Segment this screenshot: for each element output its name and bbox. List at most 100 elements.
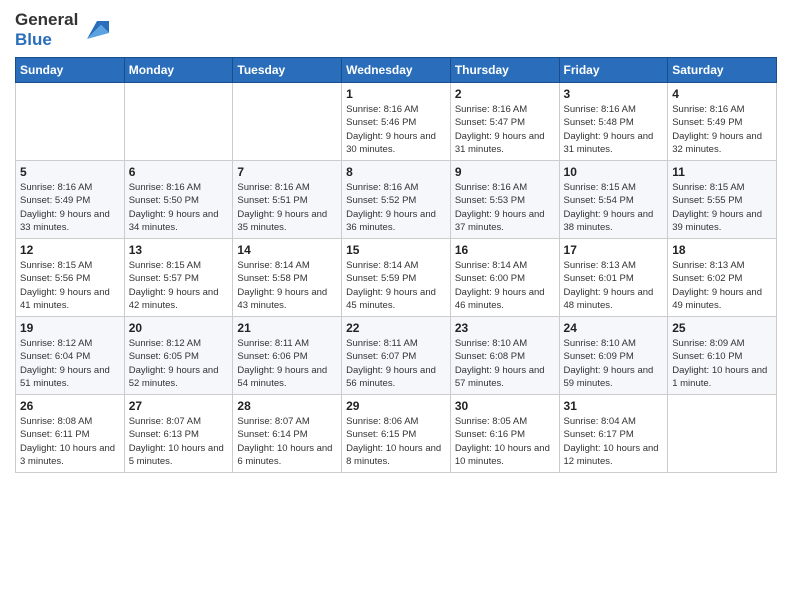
calendar-cell: 17 Sunrise: 8:13 AMSunset: 6:01 PMDayligh… <box>559 239 668 317</box>
day-number: 9 <box>455 165 555 179</box>
day-info: Sunrise: 8:10 AMSunset: 6:09 PMDaylight:… <box>564 337 664 390</box>
calendar-cell: 1Sunrise: 8:16 AMSunset: 5:46 PMDaylight… <box>342 83 451 161</box>
day-info: Sunrise: 8:16 AMSunset: 5:49 PMDaylight:… <box>20 181 120 234</box>
calendar-cell: 6 Sunrise: 8:16 AMSunset: 5:50 PMDaylight… <box>124 161 233 239</box>
day-number: 8 <box>346 165 446 179</box>
day-number: 31 <box>564 399 664 413</box>
day-number: 13 <box>129 243 229 257</box>
day-number: 22 <box>346 321 446 335</box>
day-info: Sunrise: 8:14 AMSunset: 6:00 PMDaylight:… <box>455 259 555 312</box>
calendar-cell: 29 Sunrise: 8:06 AMSunset: 6:15 PMDayligh… <box>342 395 451 473</box>
day-number: 28 <box>237 399 337 413</box>
day-number: 16 <box>455 243 555 257</box>
calendar-cell: 9 Sunrise: 8:16 AMSunset: 5:53 PMDaylight… <box>450 161 559 239</box>
weekday-header-row: SundayMondayTuesdayWednesdayThursdayFrid… <box>16 58 777 83</box>
weekday-header-tuesday: Tuesday <box>233 58 342 83</box>
day-number: 17 <box>564 243 664 257</box>
calendar-cell: 24 Sunrise: 8:10 AMSunset: 6:09 PMDayligh… <box>559 317 668 395</box>
day-info: Sunrise: 8:15 AMSunset: 5:57 PMDaylight:… <box>129 259 229 312</box>
calendar-cell: 5Sunrise: 8:16 AMSunset: 5:49 PMDaylight… <box>16 161 125 239</box>
day-number: 3 <box>564 87 664 101</box>
day-number: 24 <box>564 321 664 335</box>
calendar-cell: 3 Sunrise: 8:16 AMSunset: 5:48 PMDaylight… <box>559 83 668 161</box>
day-info: Sunrise: 8:12 AMSunset: 6:05 PMDaylight:… <box>129 337 229 390</box>
weekday-header-thursday: Thursday <box>450 58 559 83</box>
week-row-2: 12 Sunrise: 8:15 AMSunset: 5:56 PMDayligh… <box>16 239 777 317</box>
calendar-cell: 20Sunrise: 8:12 AMSunset: 6:05 PMDayligh… <box>124 317 233 395</box>
day-info: Sunrise: 8:10 AMSunset: 6:08 PMDaylight:… <box>455 337 555 390</box>
day-number: 7 <box>237 165 337 179</box>
calendar-cell: 4 Sunrise: 8:16 AMSunset: 5:49 PMDaylight… <box>668 83 777 161</box>
day-number: 19 <box>20 321 120 335</box>
calendar-cell: 8Sunrise: 8:16 AMSunset: 5:52 PMDaylight… <box>342 161 451 239</box>
day-number: 1 <box>346 87 446 101</box>
calendar-cell: 14Sunrise: 8:14 AMSunset: 5:58 PMDayligh… <box>233 239 342 317</box>
calendar-cell: 18Sunrise: 8:13 AMSunset: 6:02 PMDayligh… <box>668 239 777 317</box>
weekday-header-saturday: Saturday <box>668 58 777 83</box>
day-number: 11 <box>672 165 772 179</box>
logo-icon <box>81 15 111 45</box>
day-info: Sunrise: 8:16 AMSunset: 5:49 PMDaylight:… <box>672 103 772 156</box>
calendar-cell: 2Sunrise: 8:16 AMSunset: 5:47 PMDaylight… <box>450 83 559 161</box>
calendar-cell: 21 Sunrise: 8:11 AMSunset: 6:06 PMDayligh… <box>233 317 342 395</box>
day-info: Sunrise: 8:14 AMSunset: 5:58 PMDaylight:… <box>237 259 337 312</box>
week-row-1: 5Sunrise: 8:16 AMSunset: 5:49 PMDaylight… <box>16 161 777 239</box>
day-info: Sunrise: 8:07 AMSunset: 6:14 PMDaylight:… <box>237 415 337 468</box>
day-info: Sunrise: 8:15 AMSunset: 5:55 PMDaylight:… <box>672 181 772 234</box>
day-info: Sunrise: 8:16 AMSunset: 5:53 PMDaylight:… <box>455 181 555 234</box>
calendar-cell <box>233 83 342 161</box>
weekday-header-friday: Friday <box>559 58 668 83</box>
calendar-cell: 27Sunrise: 8:07 AMSunset: 6:13 PMDayligh… <box>124 395 233 473</box>
day-number: 12 <box>20 243 120 257</box>
day-info: Sunrise: 8:16 AMSunset: 5:51 PMDaylight:… <box>237 181 337 234</box>
calendar-cell: 16 Sunrise: 8:14 AMSunset: 6:00 PMDayligh… <box>450 239 559 317</box>
calendar-cell: 13 Sunrise: 8:15 AMSunset: 5:57 PMDayligh… <box>124 239 233 317</box>
day-info: Sunrise: 8:16 AMSunset: 5:47 PMDaylight:… <box>455 103 555 156</box>
day-number: 21 <box>237 321 337 335</box>
day-number: 30 <box>455 399 555 413</box>
calendar-cell: 31 Sunrise: 8:04 AMSunset: 6:17 PMDayligh… <box>559 395 668 473</box>
day-number: 15 <box>346 243 446 257</box>
day-number: 6 <box>129 165 229 179</box>
day-number: 26 <box>20 399 120 413</box>
weekday-header-monday: Monday <box>124 58 233 83</box>
day-number: 10 <box>564 165 664 179</box>
day-info: Sunrise: 8:16 AMSunset: 5:50 PMDaylight:… <box>129 181 229 234</box>
calendar-cell: 12 Sunrise: 8:15 AMSunset: 5:56 PMDayligh… <box>16 239 125 317</box>
day-info: Sunrise: 8:15 AMSunset: 5:56 PMDaylight:… <box>20 259 120 312</box>
day-info: Sunrise: 8:15 AMSunset: 5:54 PMDaylight:… <box>564 181 664 234</box>
logo-blue: Blue <box>15 30 78 50</box>
calendar-cell: 10 Sunrise: 8:15 AMSunset: 5:54 PMDayligh… <box>559 161 668 239</box>
calendar-cell: 15 Sunrise: 8:14 AMSunset: 5:59 PMDayligh… <box>342 239 451 317</box>
day-info: Sunrise: 8:16 AMSunset: 5:48 PMDaylight:… <box>564 103 664 156</box>
day-info: Sunrise: 8:13 AMSunset: 6:01 PMDaylight:… <box>564 259 664 312</box>
calendar-cell: 23Sunrise: 8:10 AMSunset: 6:08 PMDayligh… <box>450 317 559 395</box>
calendar-cell: 11 Sunrise: 8:15 AMSunset: 5:55 PMDayligh… <box>668 161 777 239</box>
day-info: Sunrise: 8:05 AMSunset: 6:16 PMDaylight:… <box>455 415 555 468</box>
calendar-cell: 25Sunrise: 8:09 AMSunset: 6:10 PMDayligh… <box>668 317 777 395</box>
week-row-0: 1Sunrise: 8:16 AMSunset: 5:46 PMDaylight… <box>16 83 777 161</box>
calendar-cell <box>668 395 777 473</box>
day-info: Sunrise: 8:07 AMSunset: 6:13 PMDaylight:… <box>129 415 229 468</box>
calendar-body: 1Sunrise: 8:16 AMSunset: 5:46 PMDaylight… <box>16 83 777 473</box>
day-number: 29 <box>346 399 446 413</box>
day-info: Sunrise: 8:11 AMSunset: 6:07 PMDaylight:… <box>346 337 446 390</box>
calendar-cell <box>16 83 125 161</box>
calendar-cell: 26Sunrise: 8:08 AMSunset: 6:11 PMDayligh… <box>16 395 125 473</box>
logo-general: General <box>15 10 78 30</box>
calendar-cell: 22 Sunrise: 8:11 AMSunset: 6:07 PMDayligh… <box>342 317 451 395</box>
day-number: 4 <box>672 87 772 101</box>
day-number: 18 <box>672 243 772 257</box>
logo: General Blue <box>15 10 111 49</box>
calendar-cell: 7 Sunrise: 8:16 AMSunset: 5:51 PMDaylight… <box>233 161 342 239</box>
page: General Blue SundayMondayTuesdayWednesda… <box>0 0 792 612</box>
header: General Blue <box>15 10 777 49</box>
day-info: Sunrise: 8:06 AMSunset: 6:15 PMDaylight:… <box>346 415 446 468</box>
day-info: Sunrise: 8:04 AMSunset: 6:17 PMDaylight:… <box>564 415 664 468</box>
calendar-table: SundayMondayTuesdayWednesdayThursdayFrid… <box>15 57 777 473</box>
week-row-3: 19Sunrise: 8:12 AMSunset: 6:04 PMDayligh… <box>16 317 777 395</box>
weekday-header-sunday: Sunday <box>16 58 125 83</box>
day-info: Sunrise: 8:14 AMSunset: 5:59 PMDaylight:… <box>346 259 446 312</box>
day-number: 25 <box>672 321 772 335</box>
day-info: Sunrise: 8:11 AMSunset: 6:06 PMDaylight:… <box>237 337 337 390</box>
